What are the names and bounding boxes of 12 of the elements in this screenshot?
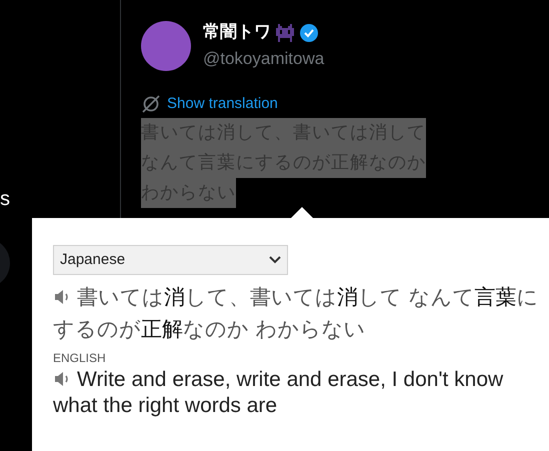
show-translation-link[interactable]: Show translation [167, 93, 278, 116]
display-name[interactable]: 常闇トワ [203, 20, 271, 46]
dropdown-caret-icon [269, 256, 281, 264]
source-text: 書いては消して、書いては消して なんて言葉にするのが正解なのか わからない [53, 284, 540, 343]
user-handle[interactable]: @tokoyamitowa [203, 46, 324, 71]
translation-text: Write and erase, write and erase, I don't know what the right words are [53, 367, 504, 419]
sidebar-text: s [0, 187, 10, 212]
space-invader-icon [274, 22, 296, 44]
language-select[interactable]: Japanese [53, 245, 288, 275]
target-language-label: ENGLISH [53, 350, 107, 367]
translate-icon [141, 94, 161, 114]
avatar[interactable] [141, 20, 191, 70]
